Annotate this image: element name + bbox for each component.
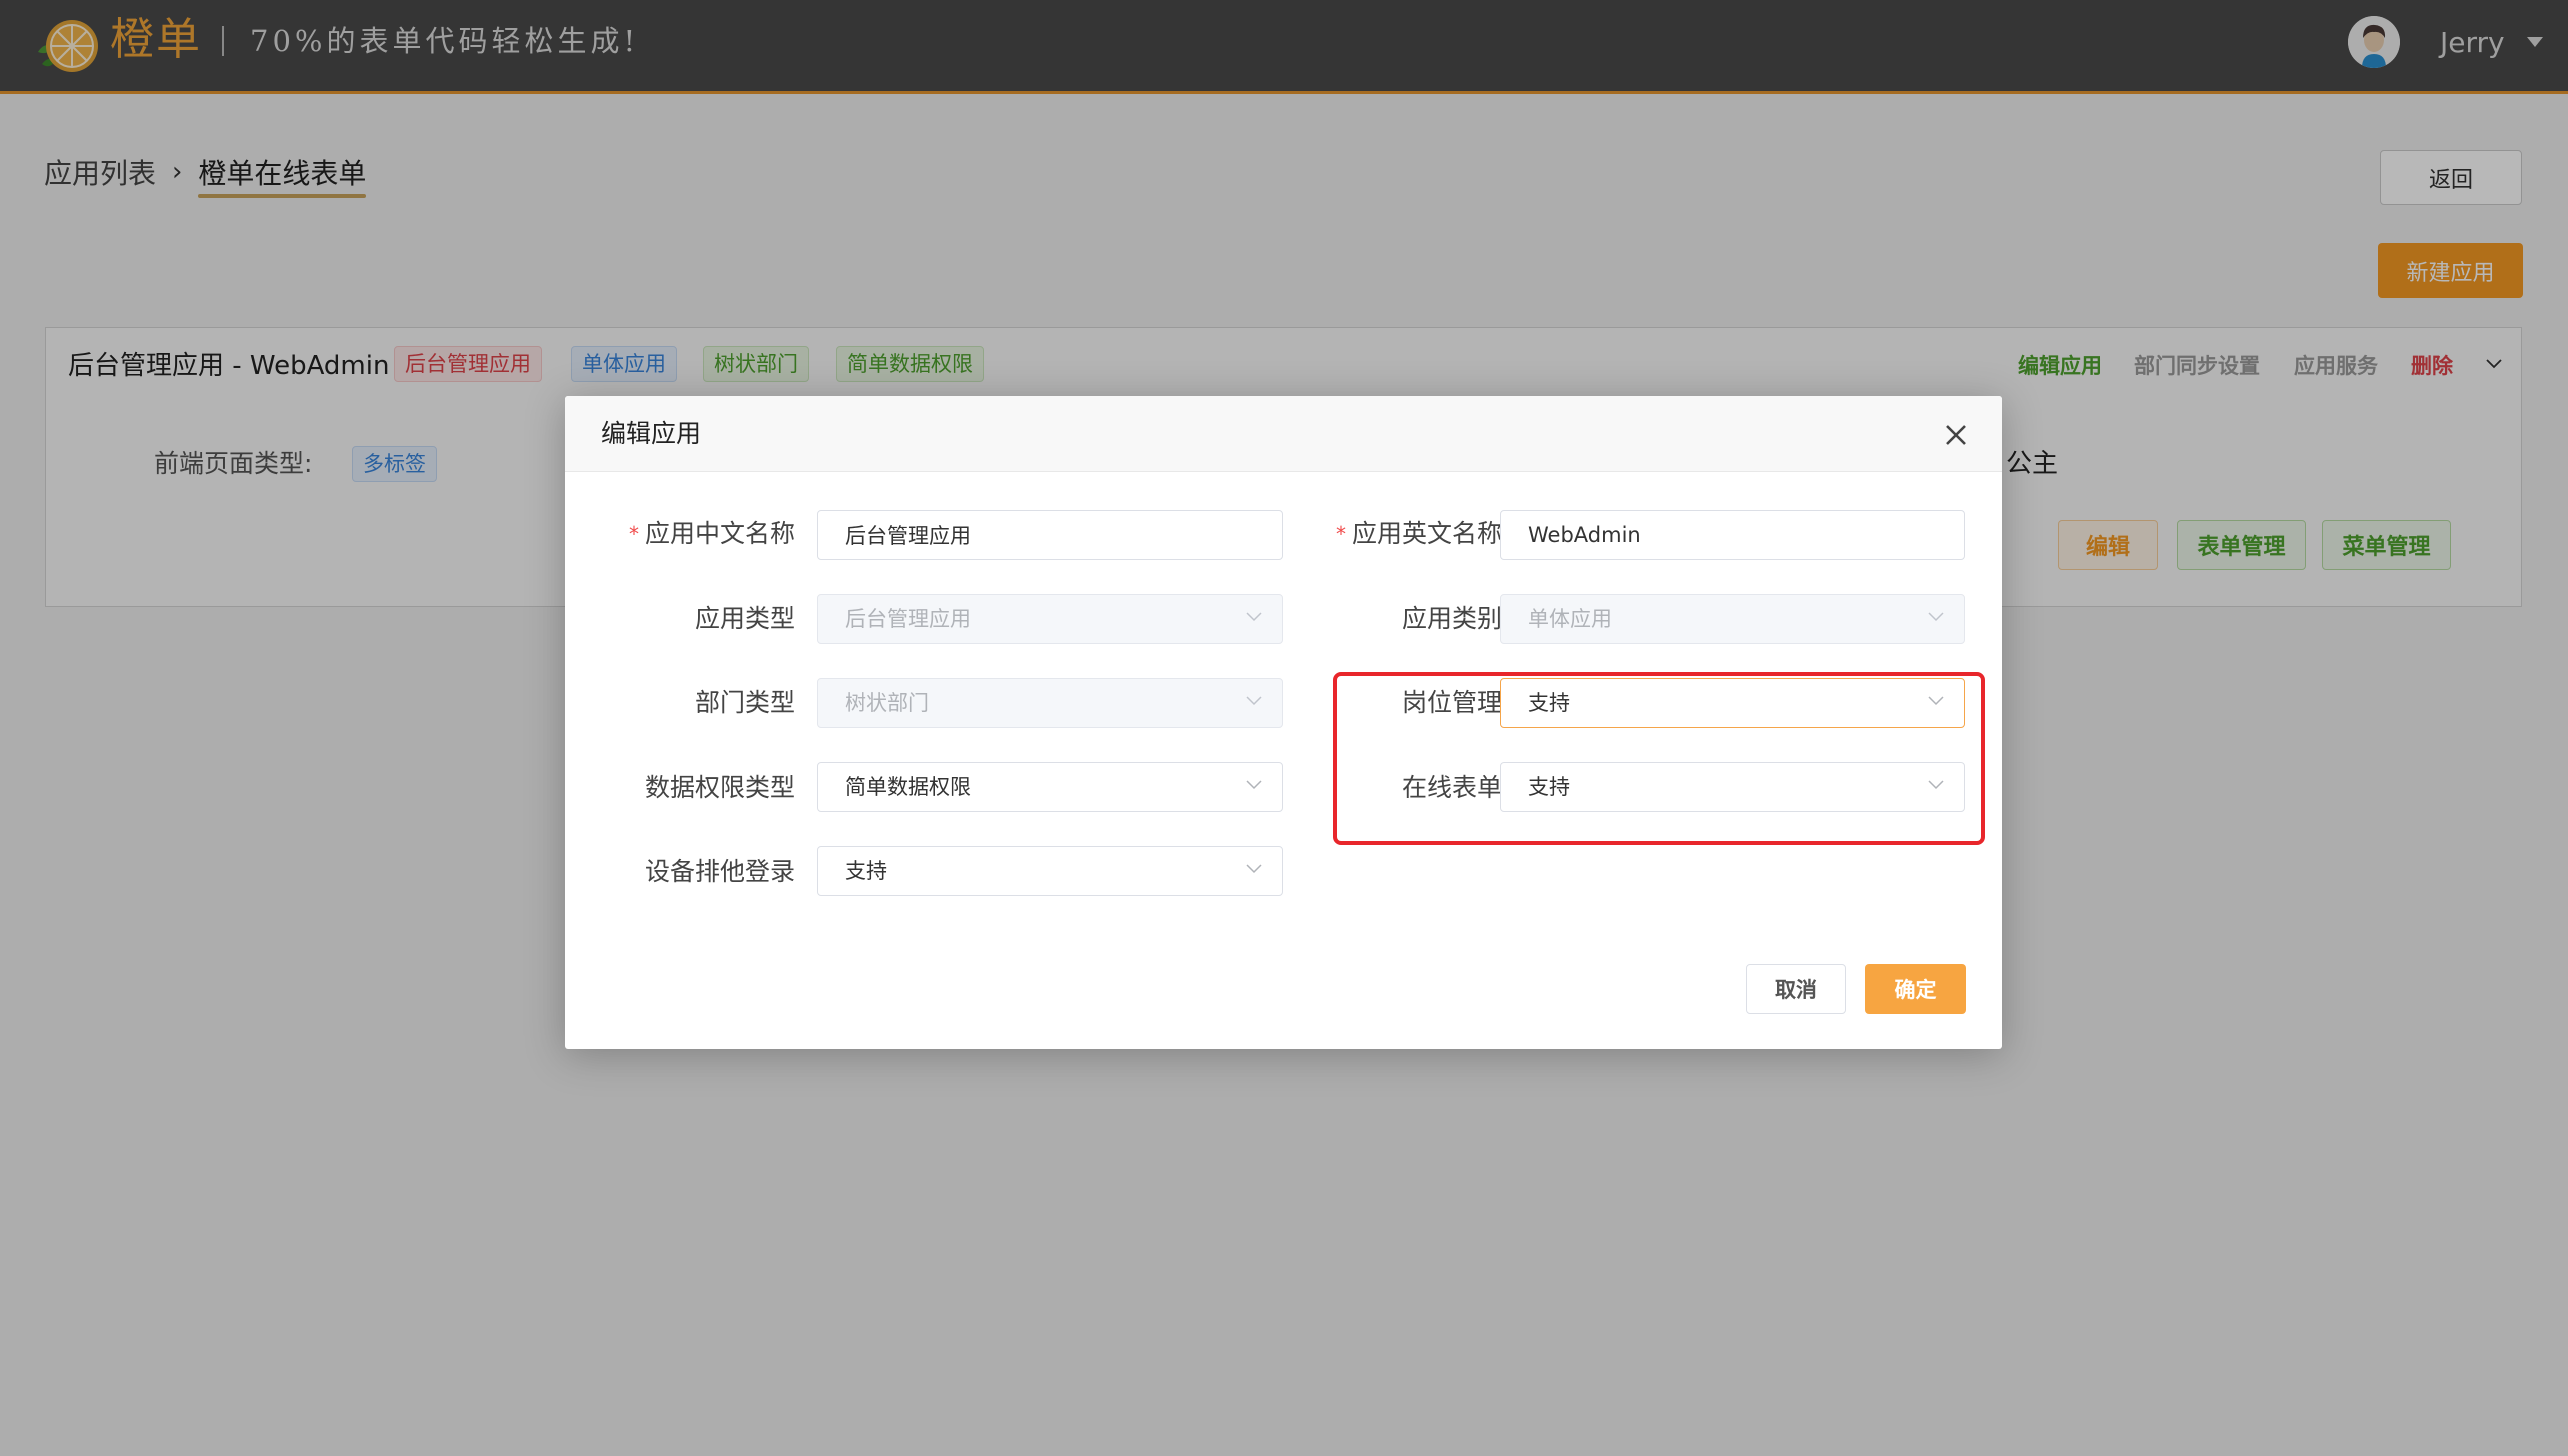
- dept-type-select: 树状部门: [817, 678, 1283, 728]
- data-perm-type-select[interactable]: 简单数据权限: [817, 762, 1283, 812]
- close-icon[interactable]: [1944, 423, 1968, 447]
- device-exclusive-login-label: 设备排他登录: [644, 857, 795, 886]
- chevron-down-icon: [1928, 612, 1944, 622]
- data-perm-type-label: 数据权限类型: [644, 773, 795, 802]
- app-category-value: 单体应用: [1528, 607, 1612, 631]
- confirm-button[interactable]: 确定: [1865, 964, 1966, 1014]
- cn-name-label-text: 应用中文名称: [644, 519, 795, 548]
- dept-type-value: 树状部门: [845, 691, 929, 715]
- device-exclusive-login-value: 支持: [845, 859, 887, 883]
- required-mark: *: [628, 522, 639, 546]
- en-name-label: * 应用英文名称: [1255, 516, 1502, 552]
- device-exclusive-login-select[interactable]: 支持: [817, 846, 1283, 896]
- edit-app-dialog: 编辑应用 *应用中文名称 *应用英文名称 应用类型 后台管理应用 应用类别 单体…: [565, 396, 2002, 1049]
- dept-type-label: 部门类型: [694, 688, 795, 717]
- required-mark: *: [1335, 522, 1346, 546]
- app-type-label: 应用类型: [694, 604, 795, 633]
- app-category-label: 应用类别: [1401, 604, 1502, 633]
- data-perm-type-value: 简单数据权限: [845, 775, 971, 799]
- dialog-header: 编辑应用: [565, 396, 2002, 472]
- cn-name-label: * 应用中文名称: [565, 516, 795, 552]
- app-type-value: 后台管理应用: [845, 607, 971, 631]
- dialog-title: 编辑应用: [601, 419, 702, 448]
- cancel-button[interactable]: 取消: [1746, 964, 1846, 1014]
- en-name-label-text: 应用英文名称: [1351, 519, 1502, 548]
- app-category-select: 单体应用: [1500, 594, 1965, 644]
- cn-name-input[interactable]: [817, 510, 1283, 560]
- chevron-down-icon[interactable]: [1246, 864, 1262, 874]
- highlight-annotation-box: [1333, 672, 1985, 845]
- en-name-input[interactable]: [1500, 510, 1965, 560]
- app-type-select: 后台管理应用: [817, 594, 1283, 644]
